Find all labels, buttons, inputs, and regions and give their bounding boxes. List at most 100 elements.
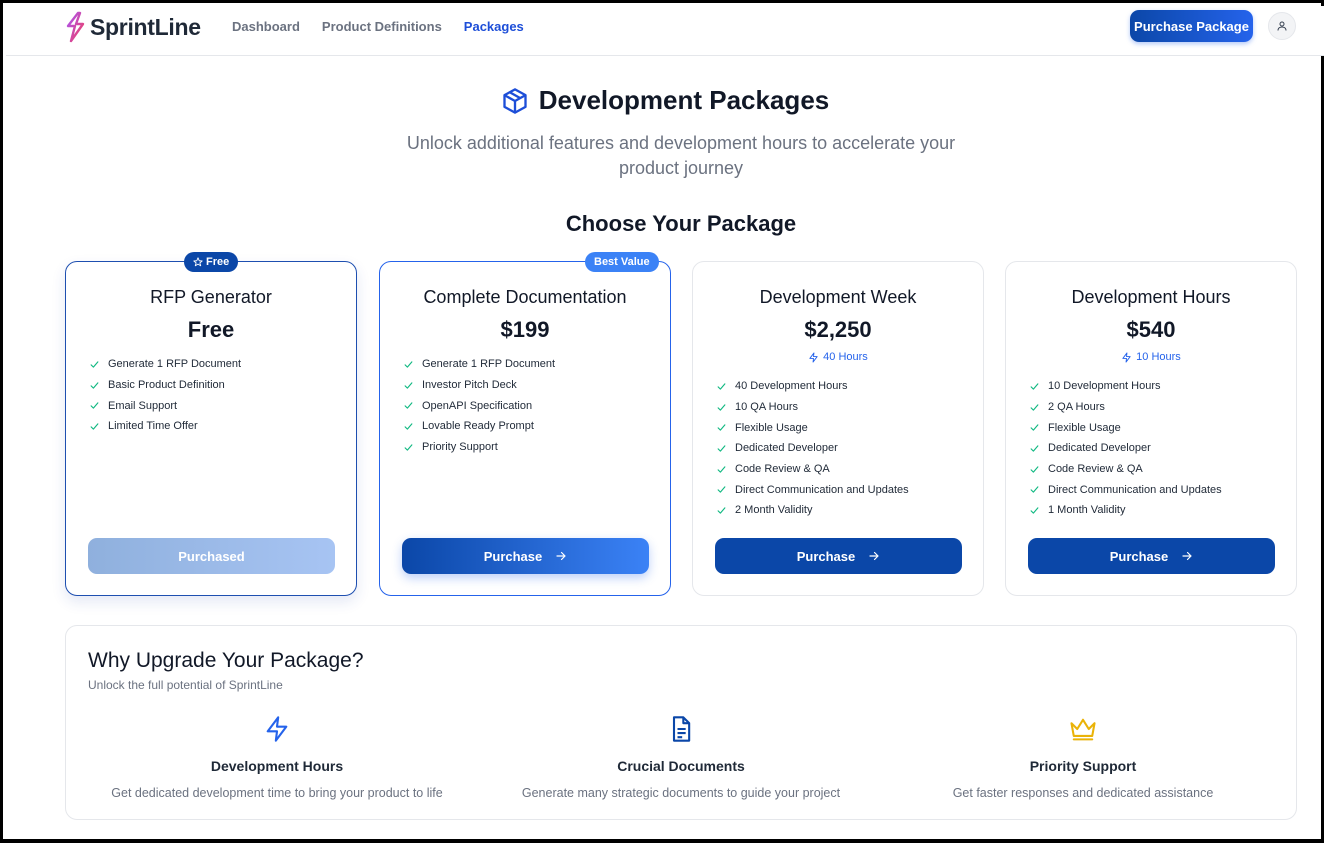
feature-label: Lovable Ready Prompt	[422, 420, 534, 433]
check-icon	[1030, 424, 1039, 431]
feature-item: Generate 1 RFP Document	[90, 354, 241, 375]
check-icon	[90, 361, 99, 368]
feature-item: Priority Support	[404, 437, 555, 458]
lightning-icon	[809, 351, 818, 363]
feature-list: 10 Development Hours 2 QA Hours Flexible U…	[1030, 376, 1222, 521]
benefit-description: Generate many strategic documents to gui…	[521, 786, 841, 800]
purchase-button[interactable]: Purchase	[402, 538, 649, 574]
package-price: $2,250	[804, 317, 872, 342]
feature-label: Limited Time Offer	[108, 420, 198, 433]
benefit-title: Crucial Documents	[617, 758, 745, 774]
feature-label: Flexible Usage	[735, 421, 808, 434]
arrow-right-icon	[869, 551, 879, 561]
why-upgrade-title: Why Upgrade Your Package?	[88, 649, 364, 672]
check-icon	[717, 486, 726, 493]
feature-label: OpenAPI Specification	[422, 399, 533, 412]
check-icon	[404, 423, 413, 430]
check-icon	[717, 383, 726, 390]
feature-label: 2 QA Hours	[1048, 401, 1105, 414]
check-icon	[90, 402, 99, 409]
purchased-button[interactable]: Purchased	[88, 538, 335, 574]
check-icon	[404, 443, 413, 451]
button-label: Purchased	[178, 548, 245, 564]
package-title: Development Week	[759, 287, 917, 307]
purchase-button[interactable]: Purchase	[715, 538, 962, 574]
feature-item: 2 Month Validity	[717, 500, 909, 521]
package-title: Development Hours	[1071, 287, 1231, 307]
feature-label: Priority Support	[422, 441, 498, 454]
feature-item: Investor Pitch Deck	[404, 375, 555, 396]
feature-label: Code Review & QA	[735, 463, 830, 476]
arrow-right-icon	[556, 551, 566, 561]
feature-label: Flexible Usage	[1048, 421, 1121, 434]
check-icon	[717, 507, 726, 514]
best-value-badge: Best Value	[585, 252, 659, 272]
feature-label: 40 Development Hours	[735, 380, 848, 393]
sprintline-logo-icon	[66, 11, 85, 43]
feature-label: 2 Month Validity	[735, 504, 813, 517]
check-icon	[1030, 383, 1039, 390]
why-upgrade-subtitle: Unlock the full potential of SprintLine	[88, 678, 283, 692]
feature-item: Flexible Usage	[1030, 417, 1222, 438]
feature-list: Generate 1 RFP Document Basic Product Def…	[90, 354, 241, 437]
feature-list: 40 Development Hours 10 QA Hours Flexible …	[717, 376, 909, 521]
feature-item: Basic Product Definition	[90, 375, 241, 396]
main-nav: Dashboard Product Definitions Packages	[232, 19, 524, 34]
badge-label: Free	[206, 256, 230, 268]
feature-item: Code Review & QA	[1030, 459, 1222, 480]
package-hours: 40 Hours	[693, 351, 983, 363]
check-icon	[717, 465, 726, 473]
check-icon	[717, 424, 726, 431]
package-title: Complete Documentation	[423, 287, 627, 307]
check-icon	[404, 361, 413, 368]
badge-label: Best Value	[594, 256, 650, 268]
nav-product-definitions[interactable]: Product Definitions	[322, 19, 442, 34]
page-title: Development Packages	[538, 85, 830, 115]
star-icon	[193, 257, 203, 267]
free-badge: Free	[184, 252, 239, 272]
package-price: Free	[187, 317, 235, 342]
purchase-button[interactable]: Purchase	[1028, 538, 1275, 574]
feature-item: Limited Time Offer	[90, 416, 241, 437]
check-icon	[1030, 445, 1039, 452]
check-icon	[404, 402, 413, 409]
feature-item: Lovable Ready Prompt	[404, 416, 555, 437]
nav-dashboard[interactable]: Dashboard	[232, 19, 300, 34]
feature-item: Dedicated Developer	[1030, 438, 1222, 459]
feature-item: 10 QA Hours	[717, 397, 909, 418]
why-upgrade-panel: Why Upgrade Your Package? Unlock the ful…	[65, 625, 1297, 820]
feature-label: 10 QA Hours	[735, 401, 798, 414]
check-icon	[404, 381, 413, 389]
feature-item: Direct Communication and Updates	[1030, 479, 1222, 500]
check-icon	[1030, 465, 1039, 473]
brand-logo[interactable]: SprintLine	[63, 11, 201, 43]
arrow-right-icon	[1182, 551, 1192, 561]
benefit-crucial-documents: Crucial Documents Generate many strategi…	[480, 714, 882, 800]
benefit-priority-support: Priority Support Get faster responses an…	[882, 714, 1284, 800]
user-avatar-button[interactable]	[1268, 12, 1296, 40]
feature-item: Code Review & QA	[717, 459, 909, 480]
purchase-package-button[interactable]: Purchase Package	[1130, 10, 1253, 42]
top-navbar: SprintLine Dashboard Product Definitions…	[6, 6, 1324, 56]
feature-item: Direct Communication and Updates	[717, 479, 909, 500]
button-label: Purchase	[796, 548, 856, 564]
package-price: $540	[1126, 317, 1176, 342]
feature-list: Generate 1 RFP Document Investor Pitch De…	[404, 354, 555, 457]
check-icon	[1030, 403, 1039, 411]
brand-name: SprintLine	[90, 13, 201, 40]
package-hours: 10 Hours	[1006, 351, 1296, 363]
feature-item: 40 Development Hours	[717, 376, 909, 397]
nav-packages[interactable]: Packages	[464, 19, 524, 34]
check-icon	[717, 445, 726, 452]
check-icon	[90, 381, 99, 389]
check-icon	[717, 403, 726, 411]
hours-label: 10 Hours	[1136, 351, 1181, 363]
package-card-development-week: Development Week $2,250 40 Hours 40 Deve…	[692, 261, 984, 596]
feature-label: Code Review & QA	[1048, 463, 1143, 476]
benefit-description: Get faster responses and dedicated assis…	[952, 786, 1214, 800]
hours-label: 40 Hours	[823, 351, 868, 363]
feature-item: OpenAPI Specification	[404, 395, 555, 416]
feature-item: Dedicated Developer	[717, 438, 909, 459]
section-title: Choose Your Package	[565, 211, 797, 236]
document-icon	[672, 716, 691, 742]
